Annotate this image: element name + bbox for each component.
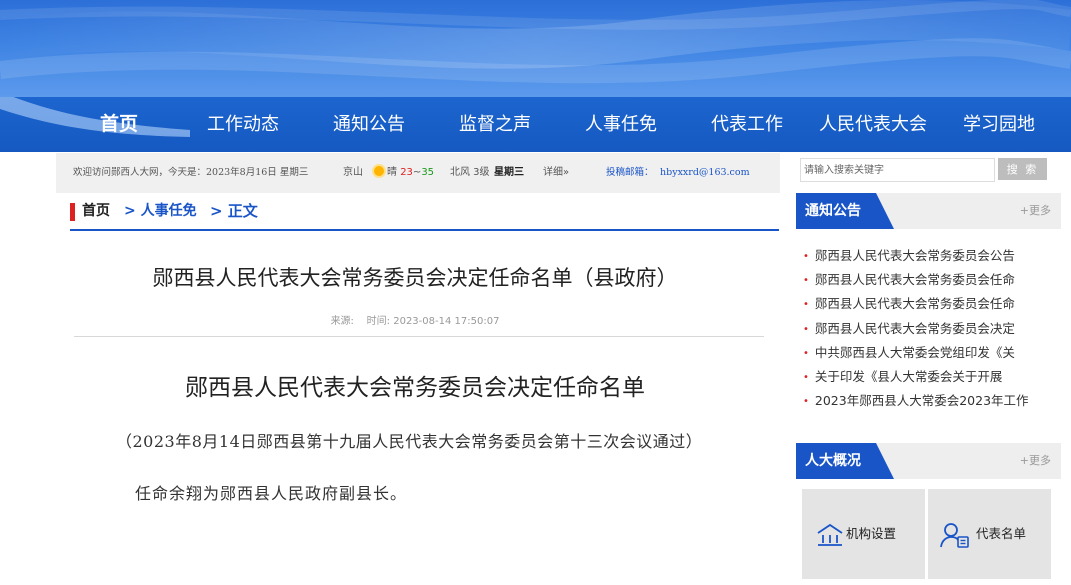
nav-item-study[interactable]: 学习园地	[963, 97, 1035, 152]
bullet-icon: •	[803, 347, 809, 359]
bullet-icon: •	[803, 251, 809, 262]
card-delegate-list[interactable]: 代表名单	[928, 489, 1051, 579]
temp-low: 23	[400, 167, 413, 178]
mail-label: 投稿邮箱：	[606, 167, 654, 178]
notice-item-label: 郧西县人民代表大会常务委员会公告	[814, 248, 1015, 263]
notice-item-label: 郧西县人民代表大会常务委员会决定	[814, 320, 1015, 336]
article-title: 郧西县人民代表大会常务委员会决定任命名单（县政府）	[152, 266, 678, 290]
bullet-icon: •	[803, 275, 809, 287]
notice-item-label: 2023年郧西县人大常委会2023年工作	[814, 393, 1029, 409]
article-divider	[74, 336, 764, 337]
list-item[interactable]: • 中共郧西县人大常委会党组印发《关	[803, 343, 1061, 367]
notice-tab: 通知公告	[796, 193, 894, 229]
mail-link[interactable]: hbyxxrd@163.com	[660, 153, 750, 193]
breadcrumb-marker	[70, 203, 75, 221]
time-label: 时间:	[366, 316, 391, 327]
bullet-icon: •	[803, 323, 809, 335]
nav-item-supervision[interactable]: 监督之声	[459, 97, 531, 152]
notice-section-header: 通知公告 +更多	[796, 193, 1061, 229]
header-banner	[0, 0, 1071, 97]
publish-time: 2023-08-14 17:50:07	[393, 316, 500, 327]
building-icon	[817, 523, 843, 546]
list-item[interactable]: • 郧西县人民代表大会常务委员会任命	[803, 270, 1061, 294]
temp-high: 35	[421, 167, 435, 178]
wind-info: 北风 3级	[450, 167, 490, 178]
breadcrumb-category[interactable]: > 人事任免	[124, 197, 197, 225]
list-item[interactable]: • 关于印发《县人大常委会关于开展	[803, 367, 1061, 391]
info-bar: 欢迎访问郧西人大网，今天是：2023年8月16日 星期三 京山 晴 23~35 …	[56, 153, 780, 193]
card-label: 代表名单	[976, 526, 1027, 541]
weather-condition: 晴	[387, 167, 397, 178]
overview-section-title: 人大概况	[805, 453, 861, 469]
nav-item-work-news[interactable]: 工作动态	[207, 97, 279, 152]
search-button[interactable]: 搜 索	[998, 158, 1047, 180]
list-item[interactable]: • 郧西县人民代表大会常务委员会决定	[803, 319, 1061, 343]
list-item[interactable]: • 郧西县人民代表大会常务委员会公告	[803, 246, 1061, 270]
sun-icon	[374, 166, 384, 176]
bullet-icon: •	[803, 396, 809, 408]
nav-item-home[interactable]: 首页	[100, 97, 138, 152]
list-item[interactable]: • 郧西县人民代表大会常务委员会任命	[803, 294, 1061, 318]
banner-wave-decoration	[0, 0, 1071, 84]
person-list-icon	[940, 523, 969, 548]
notice-section-title: 通知公告	[805, 203, 861, 219]
document-subtitle: （2023年8月14日郧西县第十九届人民代表大会常务委员会第十三次会议通过）	[116, 432, 703, 451]
welcome-text: 欢迎访问郧西人大网，今天是：2023年8月16日 星期三	[73, 167, 309, 178]
bullet-icon: •	[803, 371, 809, 383]
breadcrumb-current: > 正文	[210, 202, 258, 220]
article-meta: 来源: 时间: 2023-08-14 17:50:07	[70, 312, 760, 327]
overview-more-link[interactable]: +更多	[1020, 443, 1051, 479]
nav-item-personnel[interactable]: 人事任免	[585, 97, 657, 152]
notice-list: • 郧西县人民代表大会常务委员会公告 • 郧西县人民代表大会常务委员会任命 • 郧西县…	[803, 246, 1061, 415]
notice-item-label: 郧西县人民代表大会常务委员会任命	[814, 272, 1015, 288]
list-item[interactable]: • 2023年郧西县人大常委会2023年工作	[803, 391, 1061, 415]
nav-item-congress[interactable]: 人民代表大会	[819, 97, 927, 152]
breadcrumb-home[interactable]: 首页	[82, 197, 110, 225]
source-label: 来源:	[330, 316, 354, 327]
card-organization[interactable]: 机构设置	[802, 489, 925, 579]
notice-item-label: 郧西县人民代表大会常务委员会任命	[814, 296, 1015, 312]
weather-detail-link[interactable]: 详细»	[543, 153, 569, 193]
bullet-icon: •	[803, 299, 809, 311]
notice-item-label: 关于印发《县人大常委会关于开展	[814, 368, 1003, 384]
card-label: 机构设置	[846, 526, 897, 541]
nav-item-delegate-work[interactable]: 代表工作	[711, 97, 783, 152]
document-title: 郧西县人民代表大会常务委员会决定任命名单	[185, 375, 645, 401]
main-nav: 首页 工作动态 通知公告 监督之声 人事任免 代表工作 人民代表大会 学习园地	[0, 97, 1071, 152]
weekday-text: 星期三	[494, 167, 524, 178]
weather-widget: 晴 23~35	[374, 153, 434, 193]
document-body: 任命余翔为郧西县人民政府副县长。	[135, 484, 408, 503]
breadcrumb: 首页 > 人事任免 > 正文	[70, 197, 779, 231]
overview-tab: 人大概况	[796, 443, 894, 479]
notice-more-link[interactable]: +更多	[1020, 193, 1051, 229]
nav-item-notices[interactable]: 通知公告	[333, 97, 405, 152]
overview-section-header: 人大概况 +更多	[796, 443, 1061, 479]
notice-item-label: 中共郧西县人大常委会党组印发《关	[814, 344, 1015, 360]
weather-city: 京山	[343, 167, 363, 178]
search-input[interactable]	[800, 158, 995, 182]
